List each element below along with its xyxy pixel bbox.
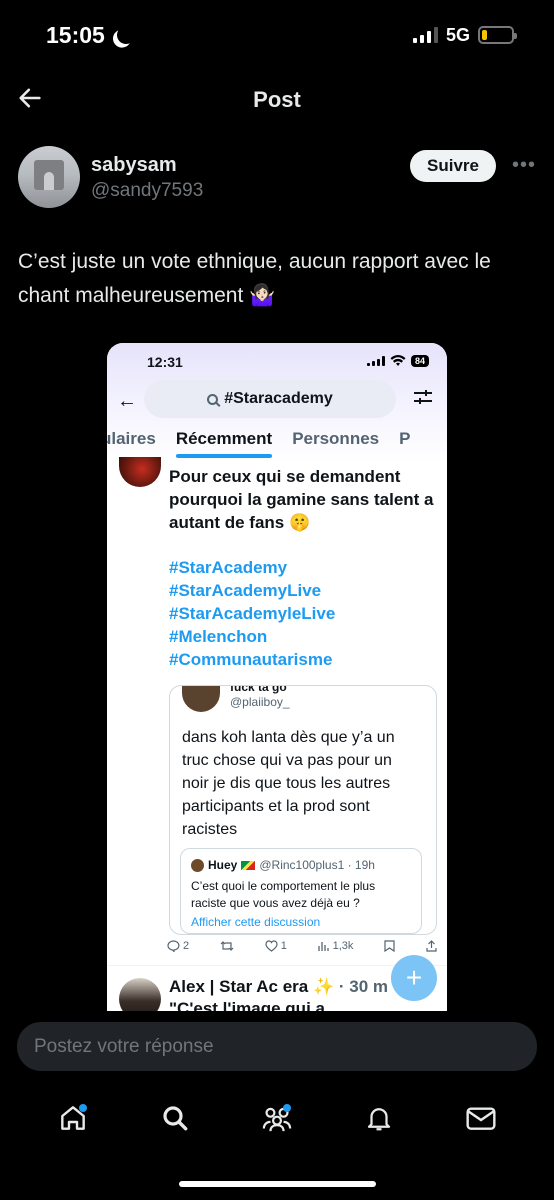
bottom-nav bbox=[0, 1090, 554, 1146]
embedded-tabs: ulaires Récemment Personnes P bbox=[107, 429, 447, 458]
tab-more: P bbox=[399, 429, 411, 448]
retweet-count bbox=[220, 940, 234, 952]
follow-button[interactable]: Suivre bbox=[410, 150, 496, 182]
hashtag: #StarAcademyLive bbox=[169, 581, 322, 600]
embedded-status: 84 bbox=[366, 355, 429, 367]
hashtag: #Communautarisme bbox=[169, 650, 333, 669]
quoted-text: dans koh lanta dès que y’a un truc chose… bbox=[182, 729, 395, 838]
heart-icon bbox=[265, 940, 278, 952]
views-count-value: 1,3k bbox=[332, 940, 354, 952]
signal-icon bbox=[412, 27, 438, 43]
embedded-signal-icon bbox=[366, 356, 385, 366]
hashtag: #StarAcademy bbox=[169, 558, 288, 577]
congo-flag-icon bbox=[241, 861, 256, 870]
notification-dot bbox=[283, 1104, 291, 1112]
tab-populaires: ulaires bbox=[107, 429, 156, 448]
embedded-battery: 84 bbox=[410, 355, 429, 367]
author-handle[interactable]: @sandy7593 bbox=[91, 180, 203, 202]
hashtag: #Melenchon bbox=[169, 627, 268, 646]
next-tweet-name: Alex | Star Ac era ✨ bbox=[169, 977, 335, 996]
hashtag: #StarAcademyleLive bbox=[169, 604, 336, 623]
nav-search[interactable] bbox=[158, 1101, 192, 1135]
notifications-icon bbox=[367, 1108, 391, 1131]
network-label: 5G bbox=[445, 24, 470, 45]
embedded-header: 12:31 84 ← #Staracademy ulaires Récemmen… bbox=[107, 343, 447, 463]
like-count: 1 bbox=[265, 940, 287, 952]
reply-count: 2 bbox=[167, 940, 189, 952]
nested-quote-header: Huey @Rinc100plus1 · 19h bbox=[191, 857, 411, 874]
post-image[interactable]: 12:31 84 ← #Staracademy ulaires Récemmen… bbox=[107, 343, 447, 1011]
embedded-tweet-body: Pour ceux qui se demandent pourquoi la g… bbox=[169, 465, 439, 671]
nav-home[interactable] bbox=[56, 1101, 90, 1135]
quoted-handle: @plaiiboy_ bbox=[230, 695, 290, 709]
nested-text: C’est quoi le comportement le plus racis… bbox=[191, 879, 376, 910]
nav-messages[interactable] bbox=[464, 1101, 498, 1135]
like-count-value: 1 bbox=[280, 940, 287, 952]
battery-icon bbox=[478, 26, 517, 44]
quoted-avatar bbox=[182, 686, 220, 712]
embedded-search-bar: #Staracademy bbox=[144, 380, 396, 418]
search-query: #Staracademy bbox=[224, 390, 333, 407]
home-indicator bbox=[179, 1181, 376, 1187]
more-options-icon[interactable]: ••• bbox=[512, 154, 536, 177]
messages-icon bbox=[466, 1107, 496, 1130]
status-right: 5G bbox=[412, 24, 517, 46]
arch-image bbox=[34, 160, 64, 190]
views-count: 1,3k bbox=[317, 940, 354, 952]
nav-communities[interactable] bbox=[260, 1101, 294, 1135]
nested-quote: Huey @Rinc100plus1 · 19h C’est quoi le c… bbox=[180, 848, 422, 934]
embedded-tweet-avatar bbox=[119, 457, 161, 487]
page-title: Post bbox=[253, 87, 301, 112]
embedded-time: 12:31 bbox=[147, 354, 183, 370]
clock: 15:05 bbox=[46, 21, 105, 48]
wifi-icon bbox=[390, 355, 406, 366]
embedded-tweet-text: Pour ceux qui se demandent pourquoi la g… bbox=[169, 467, 434, 532]
next-tweet-text: "C'est l'image qui a bbox=[169, 999, 325, 1011]
tab-recemment: Récemment bbox=[175, 429, 273, 458]
search-icon bbox=[163, 1106, 188, 1131]
next-tweet-time: · 30 m bbox=[338, 977, 389, 996]
post-text: C’est juste un vote ethnique, aucun rapp… bbox=[18, 250, 491, 307]
nested-meta: @Rinc100plus1 · 19h bbox=[259, 858, 375, 872]
next-tweet-avatar bbox=[119, 978, 161, 1011]
reply-icon bbox=[167, 940, 180, 952]
retweet-icon bbox=[220, 941, 234, 951]
hashtags: #StarAcademy #StarAcademyLive #StarAcade… bbox=[169, 556, 439, 671]
nested-name: Huey bbox=[208, 858, 238, 872]
notification-dot bbox=[79, 1104, 87, 1112]
embedded-actions: 2 1 1,3k bbox=[167, 940, 437, 952]
tab-personnes: Personnes bbox=[292, 429, 380, 448]
nested-link: Afficher cette discussion bbox=[191, 915, 321, 929]
moon-icon bbox=[114, 23, 137, 46]
quoted-name: fuck ta go bbox=[230, 685, 287, 694]
bookmark-icon bbox=[384, 940, 395, 952]
reply-count-value: 2 bbox=[183, 940, 190, 952]
header: Post bbox=[0, 70, 554, 130]
status-time: 15:05 bbox=[46, 22, 129, 49]
nested-avatar bbox=[191, 859, 204, 872]
compose-fab-icon: + bbox=[391, 955, 437, 1001]
next-tweet-header: Alex | Star Ac era ✨ · 30 m bbox=[169, 977, 388, 997]
quoted-tweet: fuck ta go @plaiiboy_ dans koh lanta dès… bbox=[169, 685, 437, 935]
views-icon bbox=[317, 942, 329, 951]
post-author: sabysam @sandy7593 Suivre ••• bbox=[18, 146, 536, 212]
nav-notifications[interactable] bbox=[362, 1101, 396, 1135]
author-name[interactable]: sabysam bbox=[91, 154, 177, 177]
share-icon bbox=[426, 940, 437, 952]
status-bar: 15:05 5G bbox=[0, 0, 554, 70]
search-icon bbox=[207, 393, 219, 405]
avatar[interactable] bbox=[18, 146, 80, 208]
filter-icon bbox=[414, 390, 432, 404]
reply-input[interactable] bbox=[17, 1022, 537, 1071]
embedded-back-icon: ← bbox=[117, 390, 137, 412]
back-arrow-icon[interactable] bbox=[16, 84, 44, 112]
